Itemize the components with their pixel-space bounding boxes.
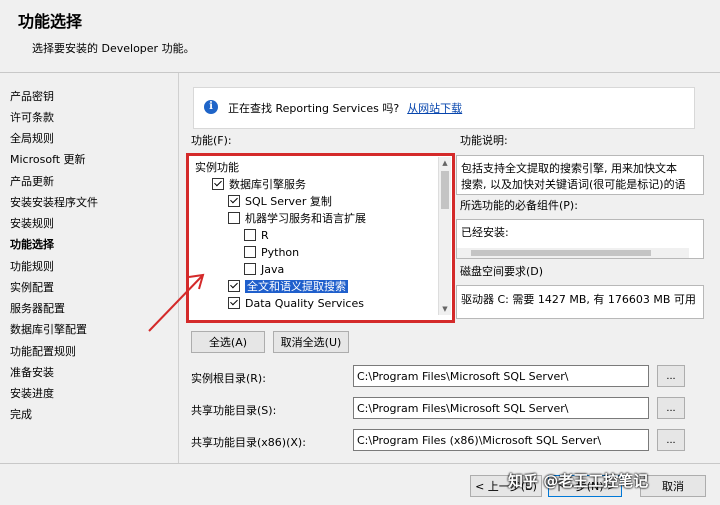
feature-tree[interactable]: 实例功能 数据库引擎服务 SQL Server 复制 机器学习服务和语言扩展 R…: [186, 153, 455, 323]
sidebar-item[interactable]: 安装进度: [10, 385, 54, 401]
scroll-down-icon[interactable]: ▼: [441, 304, 449, 314]
checkbox-checked[interactable]: [212, 178, 224, 190]
feature-java[interactable]: Java: [244, 261, 284, 278]
checkbox-checked[interactable]: [228, 195, 240, 207]
sidebar-item[interactable]: 完成: [10, 406, 32, 422]
sidebar-item[interactable]: 全局规则: [10, 130, 54, 146]
description-line: 搜索, 以及加快对关键语词(很可能是标记)的语: [461, 178, 686, 191]
page-header: 功能选择 选择要安装的 Developer 功能。: [0, 0, 720, 73]
watermark: 知乎 @老王工控笔记: [508, 472, 649, 490]
tree-label: 全文和语义提取搜索: [245, 280, 348, 293]
feature-ml-services[interactable]: 机器学习服务和语言扩展: [228, 210, 366, 227]
tree-label: 实例功能: [195, 161, 239, 174]
sidebar-item[interactable]: 功能规则: [10, 258, 54, 274]
feature-db-engine[interactable]: 数据库引擎服务: [212, 176, 306, 193]
instance-root-input[interactable]: C:\Program Files\Microsoft SQL Server\: [353, 365, 649, 387]
main-panel: i 正在查找 Reporting Services 吗? 从网站下载 功能(F):…: [148, 73, 720, 463]
tree-label: 机器学习服务和语言扩展: [245, 212, 366, 225]
info-text: 正在查找 Reporting Services 吗? 从网站下载: [228, 100, 462, 116]
shared-dir-label: 共享功能目录(S):: [191, 404, 277, 417]
checkbox-checked[interactable]: [228, 280, 240, 292]
tree-label: Python: [261, 246, 300, 259]
disk-text: 驱动器 C: 需要 1427 MB, 有 176603 MB 可用: [461, 293, 696, 306]
checkbox-checked[interactable]: [228, 297, 240, 309]
sidebar-item[interactable]: 功能配置规则: [10, 343, 76, 359]
cancel-button[interactable]: 取消: [640, 475, 706, 497]
feature-dqs[interactable]: Data Quality Services: [228, 295, 364, 312]
tree-label: Java: [261, 263, 285, 276]
description-box: 包括支持全文提取的搜索引擎, 用来加快文本 搜索, 以及加快对关键语词(很可能是…: [456, 155, 704, 195]
select-all-button[interactable]: 全选(A): [191, 331, 265, 353]
checkbox-unchecked[interactable]: [244, 263, 256, 275]
page-title: 功能选择: [18, 12, 83, 31]
tree-label: 数据库引擎服务: [229, 178, 306, 191]
features-label: 功能(F):: [191, 134, 232, 147]
sidebar-item[interactable]: 服务器配置: [10, 300, 65, 316]
checkbox-unchecked[interactable]: [244, 246, 256, 258]
prereq-text: 已经安装:: [461, 226, 509, 239]
shared-dir-input[interactable]: C:\Program Files\Microsoft SQL Server\: [353, 397, 649, 419]
tree-group-instance-features: 实例功能: [195, 159, 239, 176]
instance-root-label: 实例根目录(R):: [191, 372, 266, 385]
feature-replication[interactable]: SQL Server 复制: [228, 193, 332, 210]
sidebar-item[interactable]: 实例配置: [10, 279, 54, 295]
description-line: 包括支持全文提取的搜索引擎, 用来加快文本: [461, 162, 677, 175]
sidebar-item[interactable]: 产品密钥: [10, 88, 54, 104]
disk-label: 磁盘空间要求(D): [460, 265, 544, 278]
tree-label: SQL Server 复制: [245, 195, 332, 208]
sidebar-item-active[interactable]: 功能选择: [10, 236, 54, 252]
tree-label: Data Quality Services: [245, 297, 364, 310]
browse-button[interactable]: ...: [657, 365, 685, 387]
prereq-box: 已经安装:: [456, 219, 704, 259]
sidebar-item[interactable]: 安装安装程序文件: [10, 194, 98, 210]
shared-dir-x86-input[interactable]: C:\Program Files (x86)\Microsoft SQL Ser…: [353, 429, 649, 451]
sidebar-item[interactable]: 安装规则: [10, 215, 54, 231]
disk-box: 驱动器 C: 需要 1427 MB, 有 176603 MB 可用: [456, 285, 704, 319]
prereq-hscrollbar[interactable]: [457, 248, 689, 258]
sidebar-item[interactable]: 许可条款: [10, 109, 54, 125]
deselect-all-button[interactable]: 取消全选(U): [273, 331, 349, 353]
feature-r[interactable]: R: [244, 227, 269, 244]
checkbox-unchecked[interactable]: [228, 212, 240, 224]
info-message: 正在查找 Reporting Services 吗?: [228, 102, 400, 115]
feature-fulltext-search[interactable]: 全文和语义提取搜索: [228, 278, 348, 295]
feature-tree-list: 实例功能 数据库引擎服务 SQL Server 复制 机器学习服务和语言扩展 R…: [190, 157, 438, 315]
sidebar-item[interactable]: Microsoft 更新: [10, 151, 86, 167]
browse-button[interactable]: ...: [657, 429, 685, 451]
tree-label: R: [261, 229, 269, 242]
scroll-thumb[interactable]: [441, 171, 449, 209]
sidebar-item[interactable]: 准备安装: [10, 364, 54, 380]
feature-python[interactable]: Python: [244, 244, 299, 261]
description-label: 功能说明:: [460, 134, 508, 147]
feature-tree-scrollbar[interactable]: ▲ ▼: [438, 157, 451, 315]
sidebar-item[interactable]: 数据库引擎配置: [10, 321, 87, 337]
prereq-label: 所选功能的必备组件(P):: [460, 199, 578, 212]
shared-dir-x86-label: 共享功能目录(x86)(X):: [191, 436, 306, 449]
browse-button[interactable]: ...: [657, 397, 685, 419]
page-subtitle: 选择要安装的 Developer 功能。: [32, 42, 195, 55]
download-link[interactable]: 从网站下载: [407, 102, 462, 115]
scroll-thumb[interactable]: [471, 250, 651, 256]
scroll-up-icon[interactable]: ▲: [441, 158, 449, 168]
info-banner: i 正在查找 Reporting Services 吗? 从网站下载: [193, 87, 695, 129]
info-icon: i: [204, 100, 218, 114]
checkbox-unchecked[interactable]: [244, 229, 256, 241]
sidebar-item[interactable]: 产品更新: [10, 173, 54, 189]
